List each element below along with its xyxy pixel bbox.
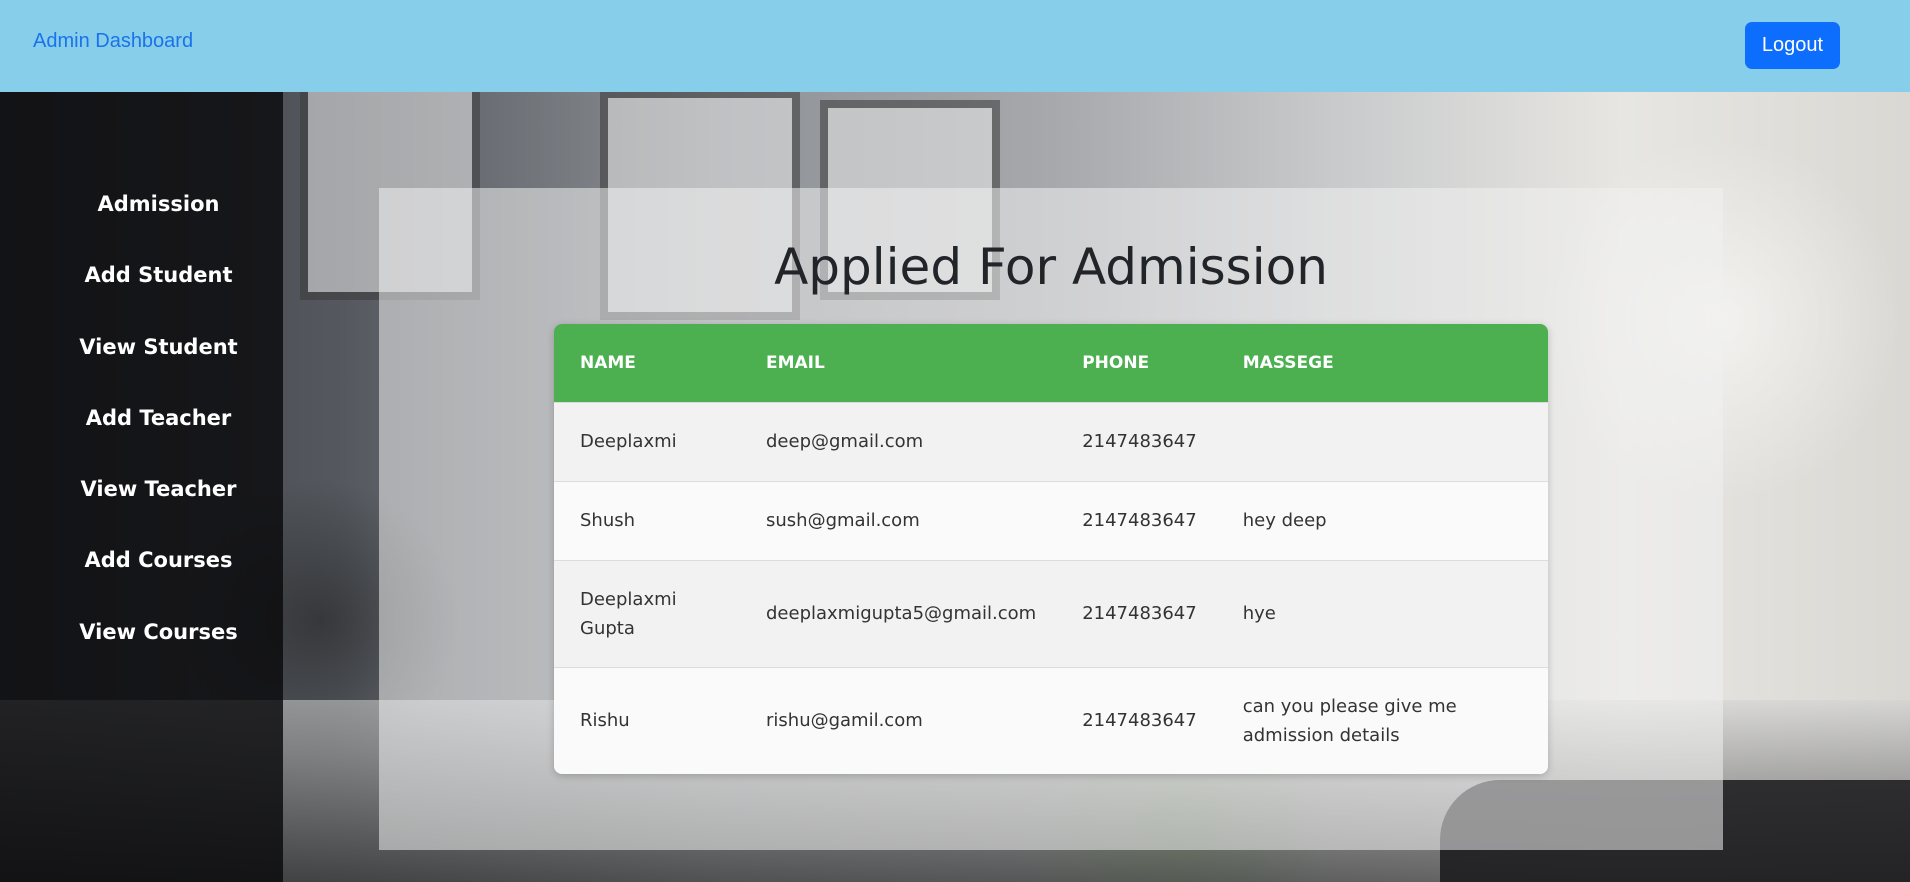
cell-message: can you please give me admission details — [1216, 666, 1548, 774]
table-row: Deeplaxmi deep@gmail.com 2147483647 — [554, 401, 1548, 481]
sidebar-item-admission[interactable]: Admission — [0, 192, 317, 216]
column-header-phone: PHONE — [1082, 352, 1150, 373]
cell-message: hey deep — [1216, 480, 1548, 560]
table-header-row: NAME EMAIL PHONE MASSEGE — [554, 324, 1548, 402]
column-header-email: EMAIL — [766, 352, 825, 373]
brand-link[interactable]: Admin Dashboard — [33, 30, 193, 53]
cell-name: Deeplaxmi Gupta — [554, 559, 740, 667]
cell-name: Rishu — [554, 666, 740, 774]
sidebar-item-add-courses[interactable]: Add Courses — [0, 548, 317, 572]
table-row: Rishu rishu@gamil.com 2147483647 can you… — [554, 666, 1548, 774]
cell-phone: 2147483647 — [1056, 480, 1217, 560]
sidebar-item-view-courses[interactable]: View Courses — [0, 620, 317, 644]
column-header-message: MASSEGE — [1242, 352, 1334, 373]
sidebar-item-view-student[interactable]: View Student — [0, 335, 317, 359]
cell-name: Deeplaxmi — [554, 401, 740, 481]
cell-phone: 2147483647 — [1056, 401, 1217, 481]
table-row: Deeplaxmi Gupta deeplaxmigupta5@gmail.co… — [554, 559, 1548, 667]
cell-message — [1216, 401, 1548, 481]
cell-message: hye — [1216, 559, 1548, 667]
logout-button[interactable]: Logout — [1745, 22, 1840, 69]
cell-phone: 2147483647 — [1056, 666, 1217, 774]
top-navbar: Admin Dashboard Logout — [0, 0, 1910, 92]
admission-table: NAME EMAIL PHONE MASSEGE Deeplaxmi deep@… — [554, 324, 1548, 774]
sidebar: Admission Add Student View Student Add T… — [0, 92, 283, 882]
sidebar-item-add-student[interactable]: Add Student — [0, 263, 317, 287]
admission-table-container: NAME EMAIL PHONE MASSEGE Deeplaxmi deep@… — [554, 324, 1548, 774]
cell-email: sush@gmail.com — [740, 480, 1057, 560]
table-row: Shush sush@gmail.com 2147483647 hey deep — [554, 480, 1548, 560]
cell-email: deeplaxmigupta5@gmail.com — [740, 559, 1057, 667]
cell-email: rishu@gamil.com — [740, 666, 1057, 774]
sidebar-item-add-teacher[interactable]: Add Teacher — [0, 406, 317, 430]
cell-email: deep@gmail.com — [740, 401, 1057, 481]
sidebar-item-view-teacher[interactable]: View Teacher — [0, 477, 317, 501]
cell-name: Shush — [554, 480, 740, 560]
page-title: Applied For Admission — [774, 238, 1328, 296]
column-header-name: NAME — [580, 352, 636, 373]
cell-phone: 2147483647 — [1056, 559, 1217, 667]
